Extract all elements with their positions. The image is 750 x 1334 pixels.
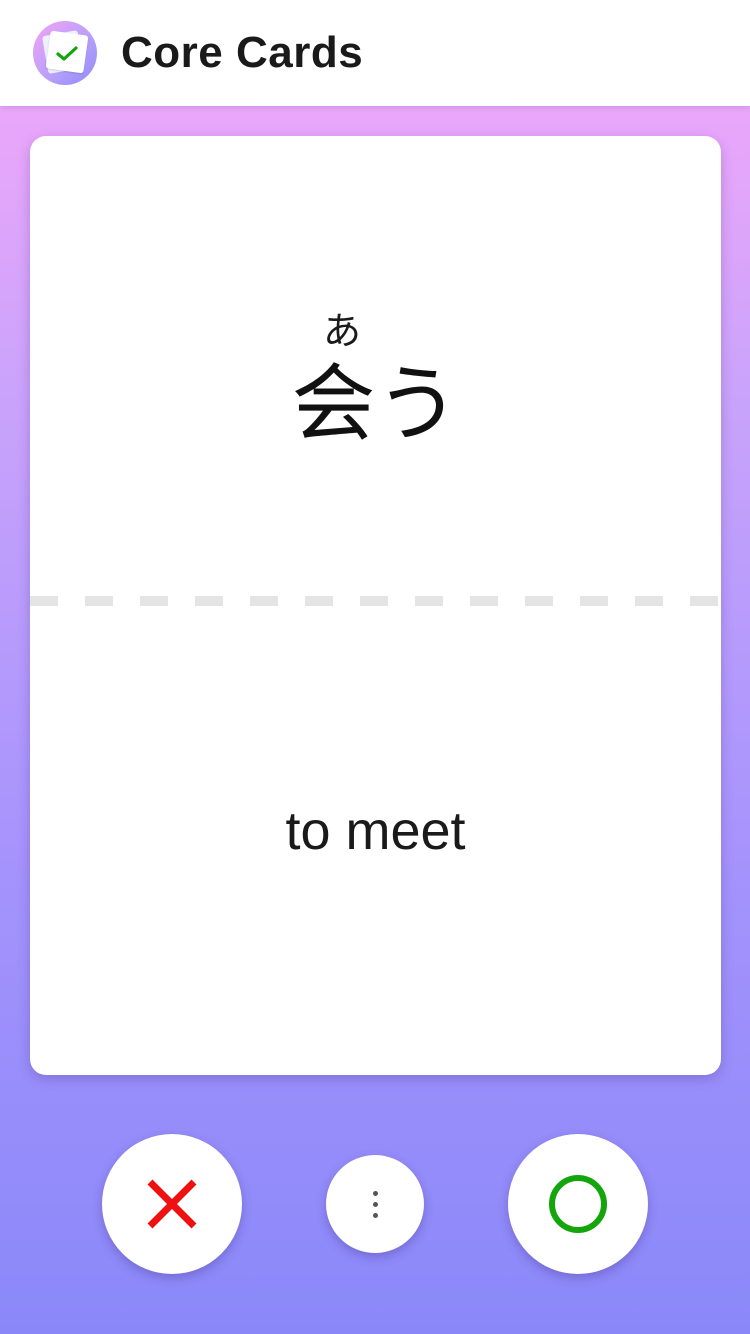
card-term: 会う <box>291 355 460 453</box>
card-divider <box>30 596 721 606</box>
flashcard[interactable]: あ 会う to meet <box>30 136 721 1075</box>
mark-correct-button[interactable] <box>508 1134 648 1274</box>
card-meaning: to meet <box>285 801 466 861</box>
furigana-reading: あ <box>322 309 361 353</box>
vertical-ellipsis-icon <box>372 1190 378 1218</box>
check-icon <box>56 46 78 61</box>
circle-icon <box>549 1175 607 1233</box>
app-title: Core Cards <box>121 28 364 77</box>
app-header: Core Cards <box>0 0 750 106</box>
card-back-side: to meet <box>30 606 721 1075</box>
mark-wrong-button[interactable] <box>102 1134 242 1274</box>
more-options-button[interactable] <box>326 1155 424 1253</box>
card-front-side: あ 会う <box>30 136 721 600</box>
app-logo <box>33 21 97 85</box>
cross-icon <box>147 1179 197 1229</box>
